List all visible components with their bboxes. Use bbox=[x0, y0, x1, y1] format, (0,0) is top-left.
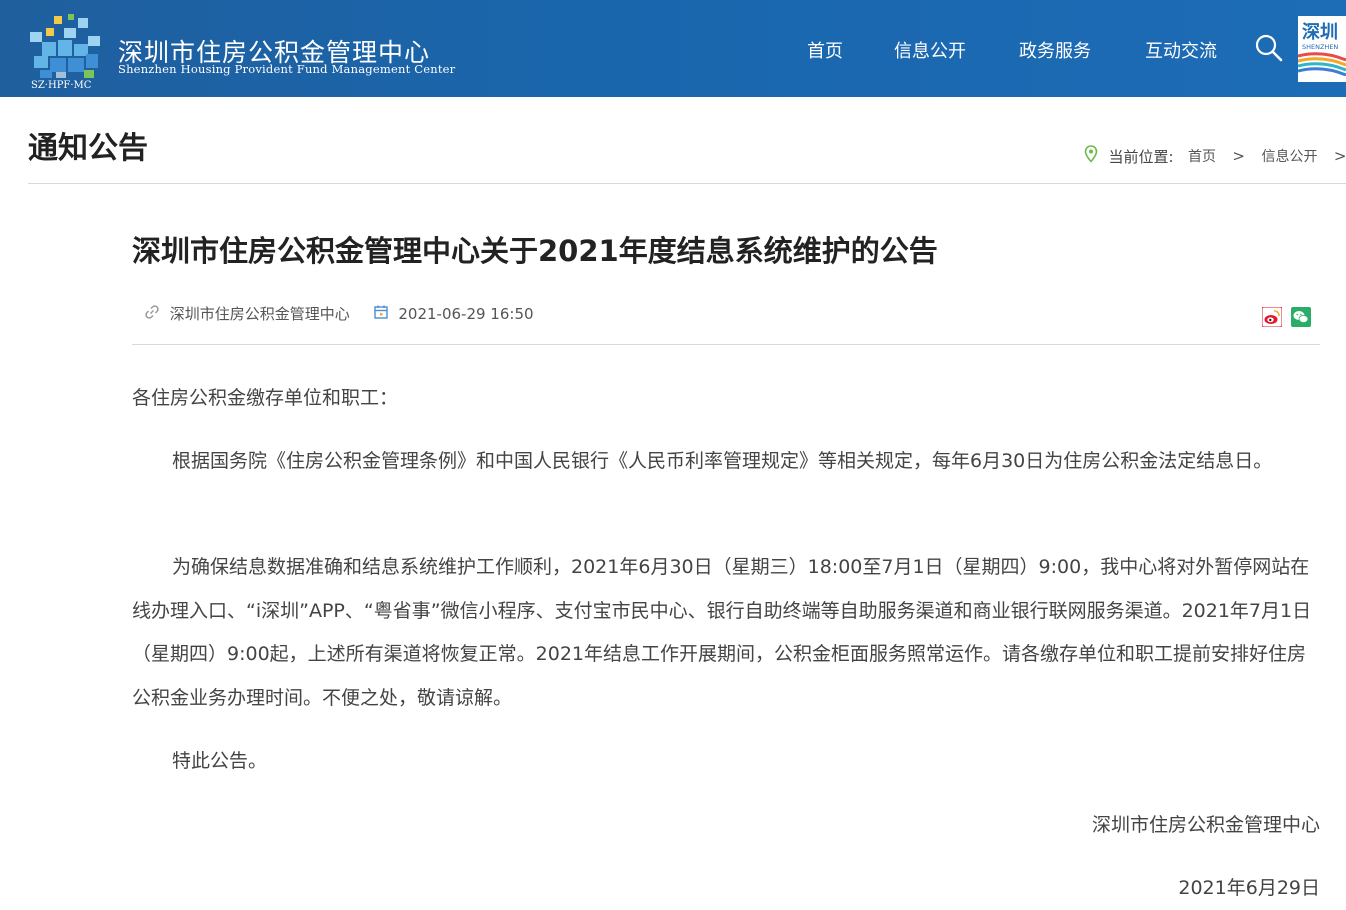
article-paragraph: 为确保结息数据准确和结息系统维护工作顺利，2021年6月30日（星期三）18:0… bbox=[132, 556, 1312, 709]
article-datetime: 2021-06-29 16:50 bbox=[398, 304, 534, 323]
site-header: SZ·HPF·MC 深圳市住房公积金管理中心 Shenzhen Housing … bbox=[0, 0, 1346, 97]
logo-abbreviation: SZ·HPF·MC bbox=[31, 80, 92, 91]
search-icon[interactable] bbox=[1254, 33, 1284, 63]
main-nav: 首页 信息公开 政务服务 互动交流 bbox=[0, 37, 1346, 63]
breadcrumb-separator: > bbox=[1232, 147, 1245, 165]
location-pin-icon bbox=[1084, 145, 1104, 167]
article-title: 深圳市住房公积金管理中心关于2021年度结息系统维护的公告 bbox=[132, 234, 938, 268]
nav-interaction[interactable]: 互动交流 bbox=[1145, 37, 1217, 63]
svg-text:深圳: 深圳 bbox=[1302, 21, 1338, 43]
breadcrumb-info-disclosure[interactable]: 信息公开 bbox=[1261, 146, 1317, 166]
shenzhen-city-badge-icon[interactable]: 深圳 SHENZHEN bbox=[1298, 16, 1346, 82]
section-title: 通知公告 bbox=[28, 131, 148, 166]
article-meta: 深圳市住房公积金管理中心 2021-06-29 16:50 bbox=[144, 303, 534, 324]
wechat-icon[interactable] bbox=[1291, 307, 1311, 327]
divider bbox=[132, 344, 1320, 345]
article-source: 深圳市住房公积金管理中心 bbox=[169, 305, 350, 323]
nav-government-services[interactable]: 政务服务 bbox=[1019, 37, 1091, 63]
article-paragraph: 特此公告。 bbox=[172, 750, 268, 772]
signature-organization: 深圳市住房公积金管理中心 bbox=[1091, 814, 1320, 836]
site-name-en: Shenzhen Housing Provident Fund Manageme… bbox=[118, 62, 456, 76]
article-paragraph: 根据国务院《住房公积金管理条例》和中国人民银行《人民币利率管理规定》等相关规定，… bbox=[172, 450, 1273, 472]
nav-info-disclosure[interactable]: 信息公开 bbox=[894, 37, 966, 63]
divider bbox=[28, 183, 1346, 184]
breadcrumb-home[interactable]: 首页 bbox=[1188, 146, 1216, 166]
article-salutation: 各住房公积金缴存单位和职工： bbox=[132, 387, 399, 409]
signature-date: 2021年6月29日 bbox=[1178, 877, 1320, 899]
svg-text:SHENZHEN: SHENZHEN bbox=[1302, 43, 1338, 51]
link-icon bbox=[144, 304, 165, 324]
breadcrumb: 当前位置: 首页 > 信息公开 > bbox=[1084, 145, 1346, 167]
nav-home[interactable]: 首页 bbox=[807, 37, 843, 63]
breadcrumb-label: 当前位置: bbox=[1108, 147, 1174, 166]
breadcrumb-separator: > bbox=[1333, 147, 1346, 165]
weibo-icon[interactable] bbox=[1262, 307, 1282, 327]
calendar-icon bbox=[373, 304, 394, 324]
